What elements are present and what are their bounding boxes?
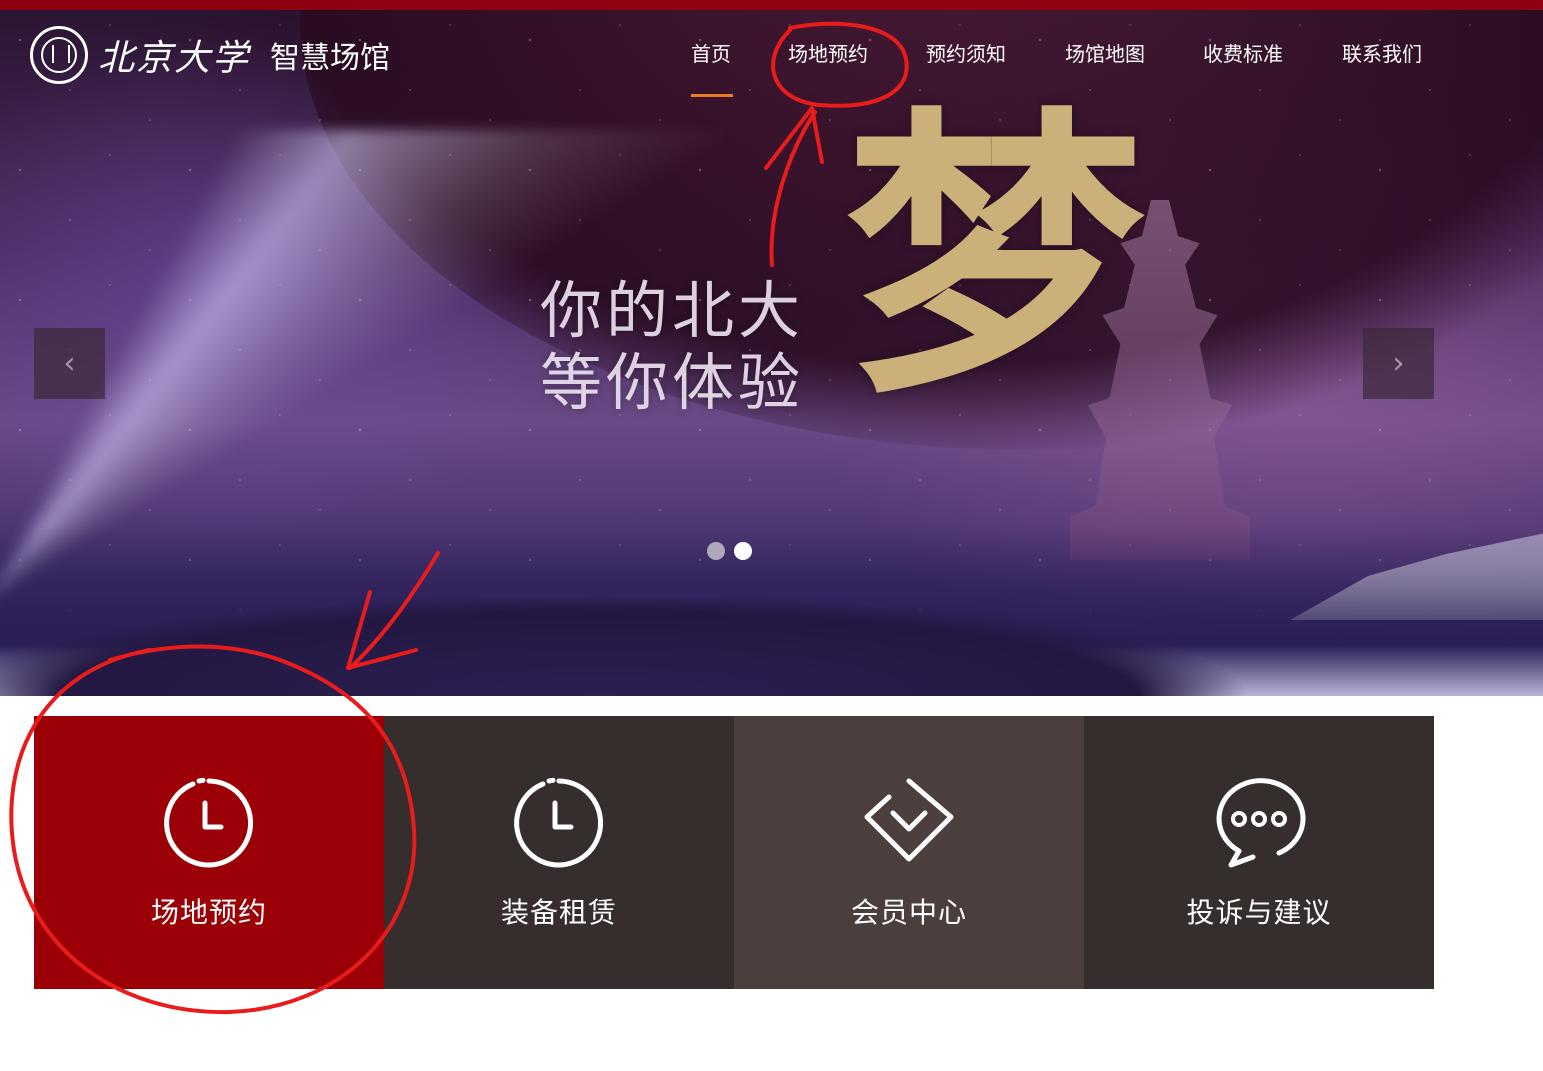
nav-item-label: 场地预约 (788, 42, 868, 66)
tile-label: 场地预约 (150, 896, 267, 929)
nav-active-underline (691, 94, 733, 97)
carousel-indicators (707, 542, 752, 560)
nav-item-booking-notice[interactable]: 预约须知 (926, 38, 1006, 108)
nav-item-label: 联系我们 (1342, 42, 1422, 66)
carousel-dot-1[interactable] (707, 542, 725, 560)
nav-item-label: 预约须知 (926, 42, 1006, 66)
tile-label: 会员中心 (850, 896, 967, 929)
nav-item-venue-map[interactable]: 场馆地图 (1065, 38, 1145, 108)
tile-venue-booking[interactable]: 场地预约 (34, 716, 384, 989)
nav-item-label: 场馆地图 (1065, 42, 1145, 66)
banner-hills (0, 526, 1543, 696)
banner-big-character: 梦 (845, 80, 1145, 433)
nav-item-fees[interactable]: 收费标准 (1203, 38, 1283, 108)
tile-label: 装备租赁 (500, 896, 617, 929)
chevron-left-icon: ‹ (63, 346, 76, 381)
clock-icon (164, 777, 254, 868)
tile-member-center[interactable]: 会员中心 (734, 716, 1084, 989)
chevron-right-icon: › (1392, 346, 1405, 381)
carousel-dot-2[interactable] (734, 542, 752, 560)
nav-item-label: 收费标准 (1203, 42, 1283, 66)
slogan-line-1: 你的北大 (540, 274, 805, 347)
nav-item-label: 首页 (691, 42, 731, 66)
main-nav: 首页 场地预约 预约须知 场馆地图 收费标准 联系我们 (0, 38, 1543, 118)
tile-label: 投诉与建议 (1186, 896, 1332, 929)
clock-icon (514, 777, 604, 868)
tile-equipment-rental[interactable]: 装备租赁 (384, 716, 734, 989)
tile-complaints-suggestions[interactable]: 投诉与建议 (1084, 716, 1434, 989)
nav-item-contact[interactable]: 联系我们 (1342, 38, 1422, 108)
diamond-check-icon (864, 778, 954, 862)
nav-item-home[interactable]: 首页 (691, 38, 733, 108)
banner-slogan: 你的北大 等你体验 (540, 275, 804, 419)
nav-item-venue-booking[interactable]: 场地预约 (788, 38, 868, 108)
carousel-prev-button[interactable]: ‹ (34, 328, 105, 399)
top-accent-bar (0, 0, 1543, 10)
quick-access-tiles: 场地预约 装备租赁 会员中心 投诉与建议 (34, 716, 1434, 989)
chat-bubble-icon (1216, 778, 1306, 868)
slogan-line-2: 等你体验 (540, 346, 805, 419)
carousel-next-button[interactable]: › (1363, 328, 1434, 399)
